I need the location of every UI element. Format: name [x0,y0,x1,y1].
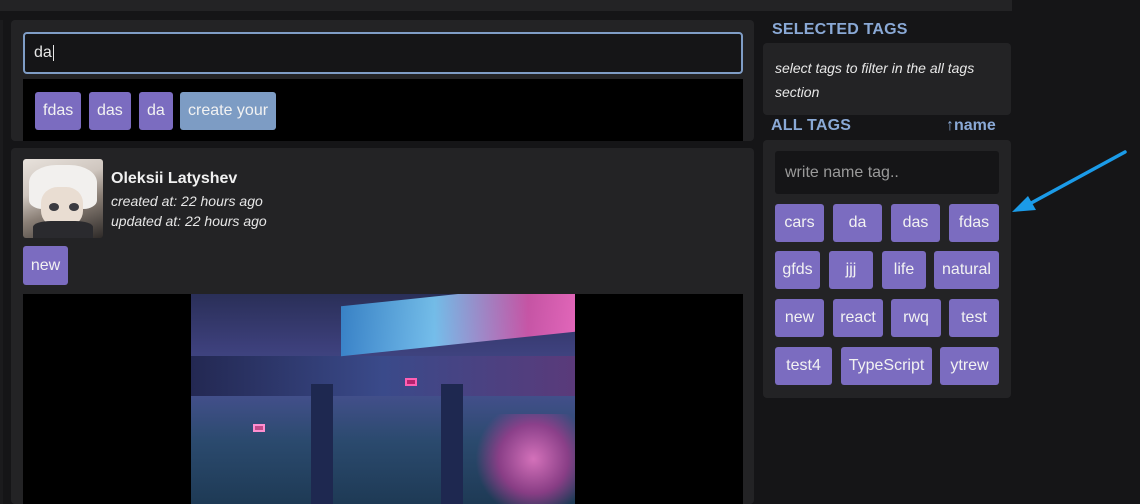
image-pillar [441,384,463,504]
tag-chip[interactable]: fdas [949,204,999,242]
tag-chip[interactable]: gfds [775,251,820,289]
post-created: created at: 22 hours ago [111,193,263,209]
image-neon-sign [405,378,417,386]
left-edge [0,20,3,504]
image-glow [471,414,575,504]
selected-tags-hint: select tags to filter in the all tags se… [775,60,975,100]
avatar-body [33,221,93,238]
create-tag-button[interactable]: create your [180,92,277,130]
tag-chip[interactable]: life [882,251,926,289]
avatar-eye [49,203,59,211]
image-roof [191,356,575,396]
avatar-eye [69,203,79,211]
tag-chip[interactable]: da [833,204,882,242]
post-image-area [23,294,743,504]
tag-name-input[interactable]: write name tag.. [775,151,999,194]
suggestion-chip[interactable]: fdas [35,92,82,130]
avatar[interactable] [23,159,103,238]
tag-search-value: da [34,44,52,61]
tag-chip[interactable]: test [949,299,999,337]
text-caret [52,44,54,61]
tag-chip[interactable]: rwq [891,299,941,337]
tag-chip[interactable]: jjj [829,251,873,289]
image-neon-glow [341,294,575,357]
tag-suggestions-dropdown [23,79,743,141]
tag-chip[interactable]: das [891,204,940,242]
top-bar [0,0,1012,11]
suggestion-chip[interactable]: da [139,92,173,130]
tag-search-input[interactable]: da [23,32,743,74]
image-pillar [311,384,333,504]
tag-chip[interactable]: ytrew [940,347,999,385]
all-tags-title: ALL TAGS [771,117,852,134]
tag-chip[interactable]: react [833,299,883,337]
tag-chip[interactable]: new [775,299,824,337]
post-author[interactable]: Oleksii Latyshev [111,170,237,188]
sort-by-name-button[interactable]: ↑name [946,117,996,135]
tag-chip[interactable]: cars [775,204,824,242]
post-updated: updated at: 22 hours ago [111,213,267,229]
tag-chip[interactable]: test4 [775,347,832,385]
tag-chip[interactable]: TypeScript [841,347,932,385]
post-tag[interactable]: new [23,246,68,285]
image-neon-sign [253,424,265,432]
suggestion-chip[interactable]: das [89,92,131,130]
arrow-icon [1012,150,1127,212]
post-image[interactable] [191,294,575,504]
selected-tags-title: SELECTED TAGS [772,21,908,38]
tag-chip[interactable]: natural [934,251,999,289]
